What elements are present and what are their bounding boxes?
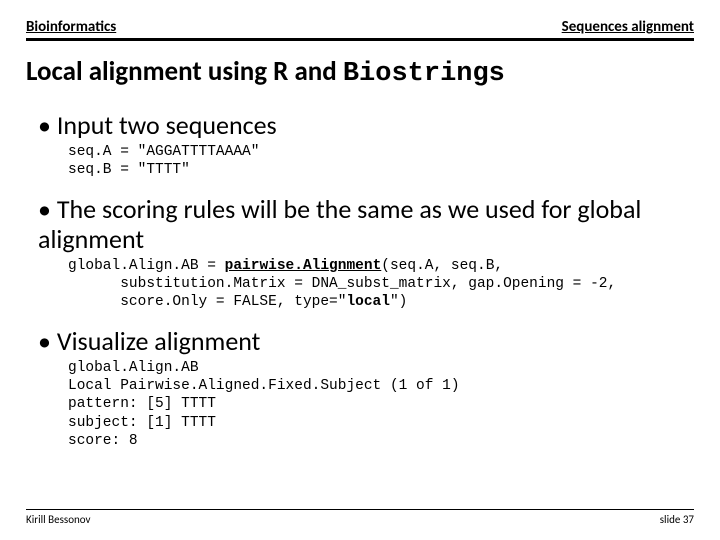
footer-page: slide 37 bbox=[660, 513, 694, 526]
bullet-item-2: The scoring rules will be the same as we… bbox=[38, 195, 694, 311]
bullet-text-1: Input two sequences bbox=[38, 111, 694, 141]
footer: Kirill Bessonov slide 37 bbox=[26, 509, 694, 526]
title-prefix: Local alignment using R and bbox=[26, 55, 343, 88]
bullet-text-2: The scoring rules will be the same as we… bbox=[38, 195, 694, 255]
code-block-3: global.Align.AB Local Pairwise.Aligned.F… bbox=[38, 359, 694, 450]
code-local: local bbox=[346, 294, 390, 310]
footer-author: Kirill Bessonov bbox=[26, 513, 91, 526]
code-fn: pairwise.Alignment bbox=[225, 258, 382, 274]
slide: Bioinformatics Sequences alignment Local… bbox=[0, 0, 720, 540]
slide-title: Local alignment using R and Biostrings bbox=[26, 55, 694, 89]
bullet-item-1: Input two sequences seq.A = "AGGATTTTAAA… bbox=[38, 111, 694, 179]
bullet-list: Input two sequences seq.A = "AGGATTTTAAA… bbox=[26, 111, 694, 450]
code-block-2: global.Align.AB = pairwise.Alignment(seq… bbox=[38, 257, 694, 311]
bullet-item-3: Visualize alignment global.Align.AB Loca… bbox=[38, 327, 694, 450]
bullet-text-3: Visualize alignment bbox=[38, 327, 694, 357]
header-right: Sequences alignment bbox=[562, 18, 694, 36]
code-post: ") bbox=[390, 294, 407, 310]
title-package: Biostrings bbox=[343, 59, 505, 89]
header-bar: Bioinformatics Sequences alignment bbox=[26, 18, 694, 41]
header-left: Bioinformatics bbox=[26, 18, 116, 36]
code-pre: global.Align.AB = bbox=[68, 258, 225, 274]
code-block-1: seq.A = "AGGATTTTAAAA" seq.B = "TTTT" bbox=[38, 143, 694, 179]
